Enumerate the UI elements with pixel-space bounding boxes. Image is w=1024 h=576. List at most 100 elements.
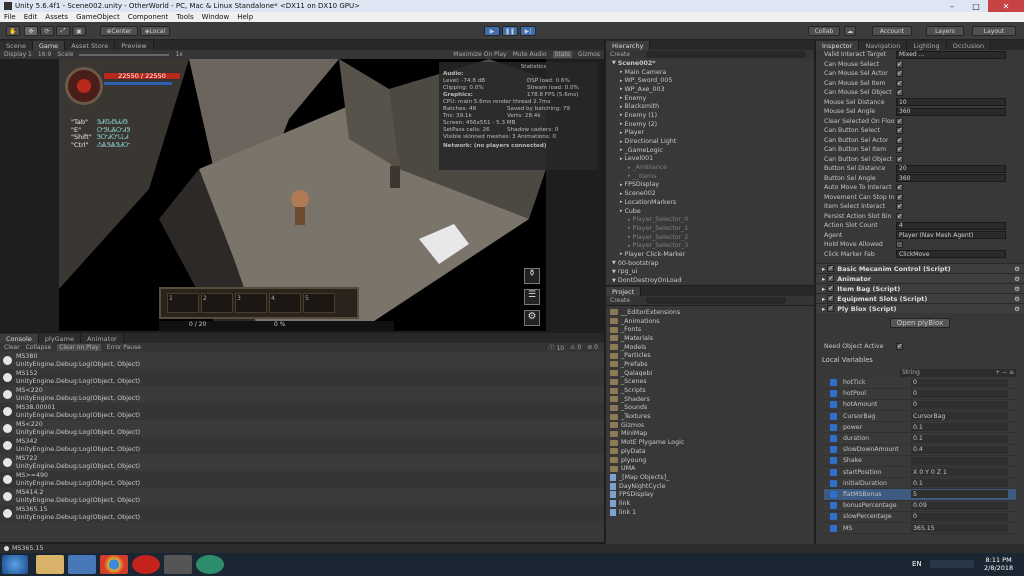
hierarchy-item[interactable]: ▸ Player_Selector_3 (606, 241, 814, 250)
hierarchy-item[interactable]: ▸ Blacksmith (606, 102, 814, 111)
console-log-entry[interactable]: MS<220 UnityEngine.Debug:Log(Object, Obje… (0, 386, 604, 403)
project-item[interactable]: _Prefabs (606, 360, 814, 369)
console-log-entry[interactable]: MS<220 UnityEngine.Debug:Log(Object, Obje… (0, 420, 604, 437)
rotate-tool-icon[interactable]: ⟳ (40, 26, 54, 36)
pause-button[interactable]: ❚❚ (502, 26, 518, 36)
field-checkbox[interactable] (896, 202, 903, 211)
menu-tools[interactable]: Tools (176, 13, 193, 21)
tab-navigation[interactable]: Navigation (859, 41, 908, 50)
expand-arrow-icon[interactable]: ▼ (612, 269, 616, 275)
action-slot[interactable]: 3 (235, 293, 267, 313)
field-checkbox[interactable] (896, 79, 903, 87)
variable-value-field[interactable]: 0.1 (911, 479, 1008, 488)
add-variable-button[interactable]: + − ≡ (995, 369, 1014, 376)
local-variable-row[interactable]: power 0.1 (824, 422, 1016, 434)
need-object-active-checkbox[interactable] (896, 342, 903, 351)
gizmos-dropdown[interactable]: Gizmos (578, 51, 600, 58)
expand-arrow-icon[interactable]: ▸ (628, 165, 631, 171)
hierarchy-item[interactable]: ▸ LocationMarkers (606, 198, 814, 207)
foldout-arrow-icon[interactable]: ▸ (822, 265, 825, 273)
unity-taskbar-icon[interactable] (164, 555, 192, 574)
project-item[interactable]: _Scripts (606, 386, 814, 395)
maximize-button[interactable]: □ (964, 0, 988, 12)
tab-lighting[interactable]: Lighting (907, 41, 947, 50)
tab-asset-store[interactable]: Asset Store (65, 41, 116, 50)
component-enabled-checkbox[interactable] (827, 264, 835, 272)
project-item[interactable]: DayNightCycle (606, 482, 814, 491)
hierarchy-item[interactable]: ▸ FPSDisplay (606, 181, 814, 190)
expand-arrow-icon[interactable]: ▸ (620, 147, 623, 153)
error-pause-toggle[interactable]: Error Pause (107, 344, 141, 351)
hierarchy-item[interactable]: ▸ Player_Selector_2 (606, 233, 814, 242)
expand-arrow-icon[interactable]: ▸ (620, 139, 623, 145)
mute-audio-toggle[interactable]: Mute Audio (513, 51, 547, 58)
hierarchy-item[interactable]: ▼ Scene002* (606, 59, 814, 68)
console-log-entry[interactable]: MS365.15 UnityEngine.Debug:Log(Object, Ob… (0, 505, 604, 522)
menu-window[interactable]: Window (202, 13, 230, 21)
local-vars-type-dropdown[interactable]: String (902, 369, 920, 376)
component-header[interactable]: ▸ Ply Blox (Script) ⚙ (816, 303, 1024, 313)
component-header[interactable]: ▸ Basic Mecanim Control (Script) ⚙ (816, 263, 1024, 273)
field-checkbox[interactable] (896, 69, 903, 78)
console-log-entry[interactable]: MS152 UnityEngine.Debug:Log(Object, Objec… (0, 369, 604, 386)
collapse-toggle[interactable]: Collapse (26, 344, 52, 351)
project-item[interactable]: _Sounds (606, 404, 814, 413)
component-enabled-checkbox[interactable] (827, 294, 835, 302)
project-item[interactable]: UMA (606, 464, 814, 473)
variable-value-field[interactable]: 0 (911, 400, 1008, 409)
foldout-arrow-icon[interactable]: ▸ (822, 275, 825, 283)
variable-value-field[interactable]: 0.4 (911, 445, 1008, 454)
project-item[interactable]: __EditorExtensions (606, 308, 814, 317)
field-input[interactable]: 10 (896, 98, 1006, 107)
project-item[interactable]: _Qalaqebi (606, 369, 814, 378)
expand-arrow-icon[interactable]: ▸ (620, 182, 623, 188)
project-item[interactable]: _Fonts (606, 325, 814, 334)
console-log-entry[interactable]: MS722 UnityEngine.Debug:Log(Object, Objec… (0, 454, 604, 471)
expand-arrow-icon[interactable]: ▸ (620, 104, 623, 110)
hierarchy-item[interactable]: ▸ Scene002 (606, 189, 814, 198)
field-checkbox[interactable] (896, 212, 903, 220)
expand-arrow-icon[interactable]: ▼ (612, 60, 616, 66)
variable-value-field[interactable] (911, 456, 1008, 465)
clear-button[interactable]: Clear (4, 344, 20, 351)
field-checkbox[interactable] (896, 241, 903, 249)
hierarchy-item[interactable]: ▸ Enemy (1) (606, 111, 814, 120)
pivot-center-button[interactable]: ⊕ Center (100, 26, 138, 36)
field-input[interactable]: 360 (896, 174, 1006, 183)
hierarchy-item[interactable]: ▸ Cube (606, 207, 814, 216)
variable-value-field[interactable]: CursorBag (911, 412, 1008, 421)
local-variable-row[interactable]: slowDownAmount 0.4 (824, 445, 1016, 456)
component-settings-gear-icon[interactable]: ⚙ (1014, 305, 1020, 313)
hierarchy-item[interactable]: ▸ Player_Selector_0 (606, 215, 814, 224)
project-item[interactable]: _Scenes (606, 378, 814, 387)
hierarchy-item[interactable]: ▸ Enemy (2) (606, 120, 814, 129)
field-checkbox[interactable] (896, 183, 903, 192)
menu-component[interactable]: Component (128, 13, 169, 21)
move-tool-icon[interactable]: ✥ (24, 26, 38, 36)
console-log-entry[interactable]: MS38.00001 UnityEngine.Debug:Log(Object, … (0, 403, 604, 420)
hierarchy-item[interactable]: ▸ Level001 (606, 155, 814, 164)
local-variable-row[interactable]: hotAmount 0 (824, 400, 1016, 412)
expand-arrow-icon[interactable]: ▸ (620, 191, 623, 197)
local-variable-row[interactable]: duration 0.1 (824, 433, 1016, 445)
tab-hierarchy[interactable]: Hierarchy (606, 41, 651, 50)
hierarchy-item[interactable]: ▼ rpg_ui (606, 268, 814, 277)
scale-slider[interactable] (79, 53, 170, 56)
project-item[interactable]: _Shaders (606, 395, 814, 404)
warning-toggle[interactable]: ⚠ 0 (570, 344, 581, 351)
action-slot[interactable]: 5 (303, 293, 335, 313)
tab-game[interactable]: Game (32, 41, 66, 50)
local-variable-row[interactable]: hotPool 0 (824, 389, 1016, 400)
console-log-entry[interactable]: MS342 UnityEngine.Debug:Log(Object, Objec… (0, 437, 604, 454)
hierarchy-create-dropdown[interactable]: Create (610, 51, 630, 58)
hierarchy-item[interactable]: ▼ DontDestroyOnLoad (606, 276, 814, 285)
file-explorer-icon[interactable] (36, 555, 64, 574)
component-header[interactable]: ▸ Item Bag (Script) ⚙ (816, 283, 1024, 293)
settings-gear-icon[interactable]: ⚙ (524, 310, 540, 326)
expand-arrow-icon[interactable]: ▸ (628, 243, 631, 249)
field-input[interactable]: Mixed ... (896, 50, 1006, 59)
field-input[interactable]: 360 (896, 107, 1006, 116)
action-slot[interactable]: 1 (167, 293, 199, 313)
collab-button[interactable]: Collab (808, 26, 840, 36)
pivot-local-button[interactable]: ◈ Local (140, 26, 170, 36)
